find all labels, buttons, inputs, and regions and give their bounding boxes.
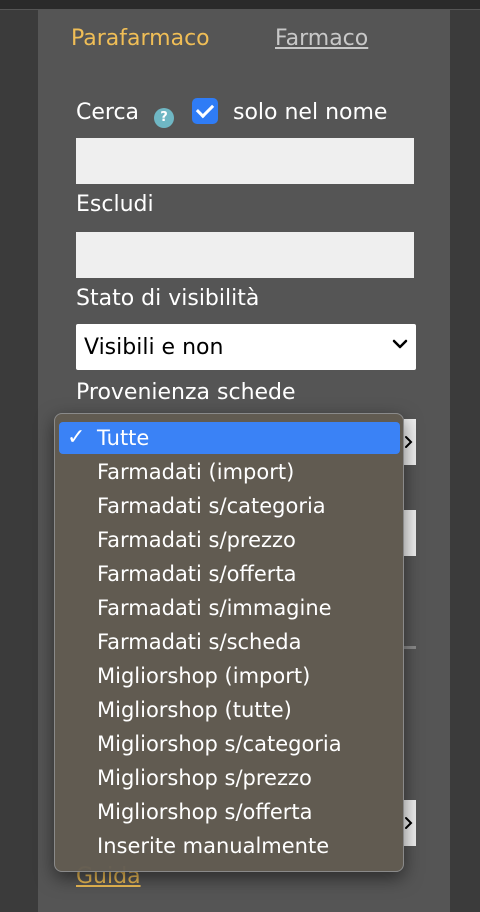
dropdown-option[interactable]: Farmadati (import) [59, 456, 400, 488]
chevron-down-icon [392, 339, 408, 349]
dropdown-option[interactable]: Migliorshop (import) [59, 660, 400, 692]
provenance-label: Provenienza schede [76, 380, 296, 405]
search-input[interactable] [76, 138, 414, 184]
search-label: Cerca [76, 100, 140, 125]
dropdown-option[interactable]: Farmadati s/categoria [59, 490, 400, 522]
dropdown-option[interactable]: Migliorshop s/offerta [59, 796, 400, 828]
name-only-checkbox[interactable] [192, 98, 218, 124]
tab-farmaco[interactable]: Farmaco [275, 26, 368, 51]
dropdown-option[interactable]: Farmadati s/offerta [59, 558, 400, 590]
provenance-select-edge[interactable] [404, 419, 416, 465]
name-only-label: solo nel nome [233, 100, 388, 125]
dropdown-option-tutte[interactable]: ✓ Tutte [59, 422, 400, 454]
help-icon[interactable]: ? [154, 108, 174, 128]
dropdown-option[interactable]: Migliorshop s/categoria [59, 728, 400, 760]
visibility-select-value: Visibili e non [84, 335, 224, 360]
dropdown-option[interactable]: Inserite manualmente [59, 830, 400, 862]
dropdown-option[interactable]: Farmadati s/scheda [59, 626, 400, 658]
visibility-select[interactable]: Visibili e non [76, 324, 416, 370]
dropdown-option[interactable]: Farmadati s/immagine [59, 592, 400, 624]
dropdown-option[interactable]: Migliorshop s/prezzo [59, 762, 400, 794]
provenance-dropdown-menu: ✓ Tutte Farmadati (import) Farmadati s/c… [54, 413, 404, 872]
chevron-right-icon [405, 817, 413, 829]
exclude-input[interactable] [76, 232, 414, 278]
checkmark-icon: ✓ [67, 425, 86, 450]
dropdown-option[interactable]: Farmadati s/prezzo [59, 524, 400, 556]
dropdown-option[interactable]: Migliorshop (tutte) [59, 694, 400, 726]
top-bar [0, 0, 480, 10]
chevron-right-icon [405, 436, 413, 448]
select-edge[interactable] [404, 800, 416, 846]
tab-parafarmaco[interactable]: Parafarmaco [71, 26, 210, 51]
divider-edge [404, 646, 416, 649]
visibility-label: Stato di visibilità [76, 286, 260, 311]
exclude-label: Escludi [76, 192, 154, 217]
field-edge[interactable] [404, 510, 416, 556]
